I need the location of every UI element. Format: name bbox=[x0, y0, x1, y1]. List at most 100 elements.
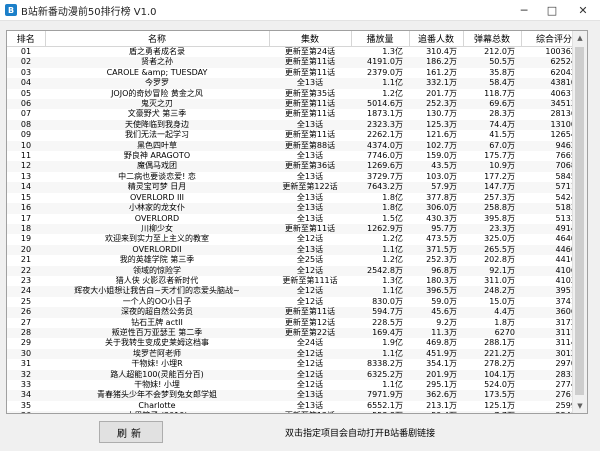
table-cell: 30 bbox=[7, 348, 45, 360]
table-cell: 278.2万 bbox=[484, 359, 515, 369]
table-row[interactable]: 01 盾之勇者成名录 更新至第24话 1.3亿 310.4万 212.0万 1003626 bbox=[7, 47, 587, 58]
table-row[interactable]: 22 领域的惊险学 全12话 2542.8万 96.8万 92.1万 41064 bbox=[7, 265, 587, 276]
maximize-button[interactable]: □ bbox=[538, 0, 566, 20]
column-header[interactable]: 集数 bbox=[269, 31, 352, 47]
table-body: 01 盾之勇者成名录 更新至第24话 1.3亿 310.4万 212.0万 1003626 0… bbox=[7, 47, 587, 413]
table-row[interactable]: 21 我的英雄学院 第三季 全25话 1.2亿 252.3万 202.8万 44107 bbox=[7, 255, 587, 265]
table-cell: Charlotte bbox=[138, 400, 176, 410]
table-cell: 311.0万 bbox=[484, 275, 515, 285]
table-cell: 159.0万 bbox=[426, 151, 457, 161]
table-row[interactable]: 32 路人超能100(灵能百分百) 全12话 6325.2万 201.9万 104.1万 2… bbox=[7, 369, 587, 380]
table-cell: 1.8亿 bbox=[382, 192, 403, 202]
refresh-button[interactable]: 刷新 bbox=[99, 421, 163, 443]
table-cell: 全13话 bbox=[296, 171, 324, 181]
table-cell: 01 bbox=[20, 47, 32, 56]
table-cell: 451.9万 bbox=[409, 348, 463, 360]
table-row[interactable]: 23 猎人侠 火影忍者新时代 更新至第111话 1.3亿 180.3万 311.0万 410… bbox=[7, 276, 587, 286]
table-row[interactable]: 35 Charlotte 全13话 6552.1万 213.1万 125.1万 25999 bbox=[7, 401, 587, 411]
table-row[interactable]: 09 我们无法一起学习 更新至第11话 2262.1万 121.6万 41.5万 12654… bbox=[7, 130, 587, 140]
table-row[interactable]: 34 青春猪头少年不会梦到兔女郎学姐 全13话 7971.9万 362.6万 173.5万… bbox=[7, 390, 587, 401]
table-cell: 395.8万 bbox=[484, 213, 515, 223]
table-row[interactable]: 29 关于我转生变成史莱姆这档事 全24话 1.9亿 469.8万 288.1万 31145 bbox=[7, 338, 587, 348]
table-row[interactable]: 30 埃罗芒阿老师 全12话 1.1亿 451.9万 221.2万 30128 bbox=[7, 348, 587, 360]
table-row[interactable]: 06 鬼灭之刃 更新至第11话 5014.6万 252.3万 69.6万 345138 bbox=[7, 99, 587, 110]
table-cell: 1269.6万 bbox=[351, 161, 409, 172]
table-cell: 35 bbox=[20, 400, 32, 410]
table-cell: 1.2亿 bbox=[382, 234, 403, 244]
table-row[interactable]: 18 川柳少女 更新至第11话 1262.9万 95.7万 23.3万 49142 bbox=[7, 223, 587, 235]
table-row[interactable]: 25 一个人的OO小日子 全12话 830.0万 59.0万 15.0万 37413 bbox=[7, 297, 587, 307]
table-cell: 8338.2万 bbox=[367, 359, 403, 369]
column-header[interactable]: 排名 bbox=[7, 31, 46, 47]
table-cell: 小林家的龙女仆 bbox=[45, 203, 269, 214]
table-cell: 更新至第11话 bbox=[284, 109, 336, 119]
table-cell: 2379.0万 bbox=[367, 67, 403, 77]
table-cell: 2323.3万 bbox=[351, 119, 409, 131]
column-header[interactable]: 弹幕总数 bbox=[463, 31, 522, 47]
table-cell: 埃罗芒阿老师 bbox=[45, 348, 269, 360]
table-row[interactable]: 07 文豪野犬 第三季 更新至第11话 1873.1万 130.7万 28.3万 28136… bbox=[7, 109, 587, 119]
table-row[interactable]: 12 魔偶马戏团 更新至第36话 1269.6万 43.5万 10.9万 70682 bbox=[7, 161, 587, 172]
table-cell: 全12话 bbox=[269, 265, 351, 276]
table-cell: 23 bbox=[20, 275, 32, 285]
table-row[interactable]: 13 中二病也要谈恋爱! 恋全13话 3729.7万 103.0万 177.2万 5845… bbox=[7, 172, 587, 182]
table-cell: 全12话 bbox=[269, 348, 351, 360]
table-cell: 盾之勇者成名录 bbox=[129, 47, 185, 56]
table-row[interactable]: 15 OVERLORD III 全13话 1.8亿 377.8万 257.3万 54248 bbox=[7, 193, 587, 203]
table-row[interactable]: 05 JOJO的奇妙冒险 黄金之风 更新至第35话 1.2亿 201.7万 118.7万 4… bbox=[7, 89, 587, 99]
table-cell: 2542.8万 bbox=[351, 265, 409, 276]
table-cell: 辉夜大小姐想让我告白~天才们的恋爱头脑战~ bbox=[45, 286, 269, 297]
table-row[interactable]: 08 天使降临到我身边 全13话 2323.3万 125.3万 74.4万 131005 bbox=[7, 119, 587, 131]
table-cell: 104.1万 bbox=[463, 369, 521, 380]
table-cell: CAROLE &amp; TUESDAY bbox=[106, 67, 208, 77]
close-button[interactable]: ✕ bbox=[566, 0, 600, 20]
table-cell: 288.1万 bbox=[484, 338, 515, 348]
table-cell: 7971.9万 bbox=[351, 390, 409, 401]
column-header[interactable]: 播放量 bbox=[351, 31, 410, 47]
table-cell: 4191.0万 bbox=[351, 57, 409, 68]
table-cell: OVERLORD bbox=[134, 213, 180, 223]
table-cell: 175.7万 bbox=[484, 151, 515, 161]
table-cell: 关于我转生变成史莱姆这档事 bbox=[105, 338, 209, 348]
table-row[interactable]: 11 野良神 ARAGOTO 全13话 7746.0万 159.0万 175.7万 7665… bbox=[7, 151, 587, 161]
table-row[interactable]: 04 今罗罗 全13话 1.1亿 332.1万 58.4万 438105 bbox=[7, 78, 587, 89]
table-row[interactable]: 27 钻石王牌 actII 更新至第12话 228.5万 9.2万 1.8万 31728 bbox=[7, 318, 587, 328]
table-cell: 全13话 bbox=[269, 244, 351, 256]
table-row[interactable]: 02 贤者之孙 更新至第11话 4191.0万 186.2万 50.5万 625240 bbox=[7, 57, 587, 68]
column-header[interactable]: 名称 bbox=[45, 31, 270, 47]
scroll-up-icon[interactable]: ▲ bbox=[573, 31, 587, 45]
table-row[interactable]: 19 欢迎来到实力至上主义的教室 全12话 1.2亿 473.5万 325.0万 46403 bbox=[7, 234, 587, 244]
scroll-down-icon[interactable]: ▼ bbox=[573, 399, 587, 413]
minimize-button[interactable]: ─ bbox=[510, 0, 538, 20]
table-row[interactable]: 10 黑色四叶草 更新至第88话 4374.0万 102.7万 67.0万 94622 bbox=[7, 140, 587, 152]
table-header-row: 排名 名称 集数 播放量 追番人数 弹幕总数 综合评分 bbox=[7, 31, 587, 47]
table-cell: 3729.7万 bbox=[367, 171, 403, 181]
table-cell: 6552.1万 bbox=[367, 400, 403, 410]
table-cell: 1.1亿 bbox=[351, 286, 409, 297]
vertical-scrollbar[interactable]: ▲ ▼ bbox=[572, 31, 587, 413]
table-row[interactable]: 31 干物妹! 小埋R 全12话 8338.2万 354.1万 278.2万 29700 bbox=[7, 359, 587, 369]
table-cell: 钻石王牌 actII bbox=[131, 317, 183, 327]
table-cell: 更新至第88话 bbox=[269, 140, 351, 152]
table-row[interactable]: 16 小林家的龙女仆 全13话 1.8亿 306.0万 258.8万 51836 bbox=[7, 203, 587, 214]
table-cell: 1.1亿 bbox=[351, 348, 409, 360]
table-row[interactable]: 26 深夜的超自然公务员 更新至第11话 594.7万 45.6万 4.4万 36067 bbox=[7, 307, 587, 318]
table-cell: 更新至第22话 bbox=[269, 327, 351, 339]
table-cell: 33 bbox=[20, 380, 32, 389]
table-cell: 全13话 bbox=[269, 78, 351, 89]
table-cell: 524.0万 bbox=[484, 380, 515, 389]
scrollbar-thumb[interactable] bbox=[575, 47, 584, 395]
table-row[interactable]: 24 辉夜大小姐想让我告白~天才们的恋爱头脑战~ 全12话 1.1亿 396.5万 248… bbox=[7, 286, 587, 297]
table-row[interactable]: 14 精灵宝可梦 日月 更新至第122话 7643.2万 57.9万 147.7万 5711… bbox=[7, 182, 587, 193]
table-row[interactable]: 17 OVERLORD 全13话 1.5亿 430.3万 395.8万 51320 bbox=[7, 214, 587, 224]
table-cell: 16 bbox=[7, 203, 45, 214]
table-row[interactable]: 33 干物妹! 小埋 全12话 1.1亿 295.1万 524.0万 27741 bbox=[7, 380, 587, 390]
table-row[interactable]: 03 CAROLE &amp; TUESDAY 更新至第11话 2379.0万 161.… bbox=[7, 68, 587, 78]
table-cell: 325.0万 bbox=[484, 234, 515, 244]
table-cell: 领域的惊险学 bbox=[45, 265, 269, 276]
table-cell: 24 bbox=[7, 286, 45, 297]
table-row[interactable]: 20 OVERLORDII 全13话 1.1亿 371.5万 265.5万 44603 bbox=[7, 244, 587, 256]
column-header[interactable]: 追番人数 bbox=[409, 31, 464, 47]
table-row[interactable]: 28 叛逆性百万亚瑟王 第二季 更新至第22话 169.4万 11.3万 6270 3117… bbox=[7, 327, 587, 339]
table-cell: 更新至第36话 bbox=[269, 161, 351, 172]
